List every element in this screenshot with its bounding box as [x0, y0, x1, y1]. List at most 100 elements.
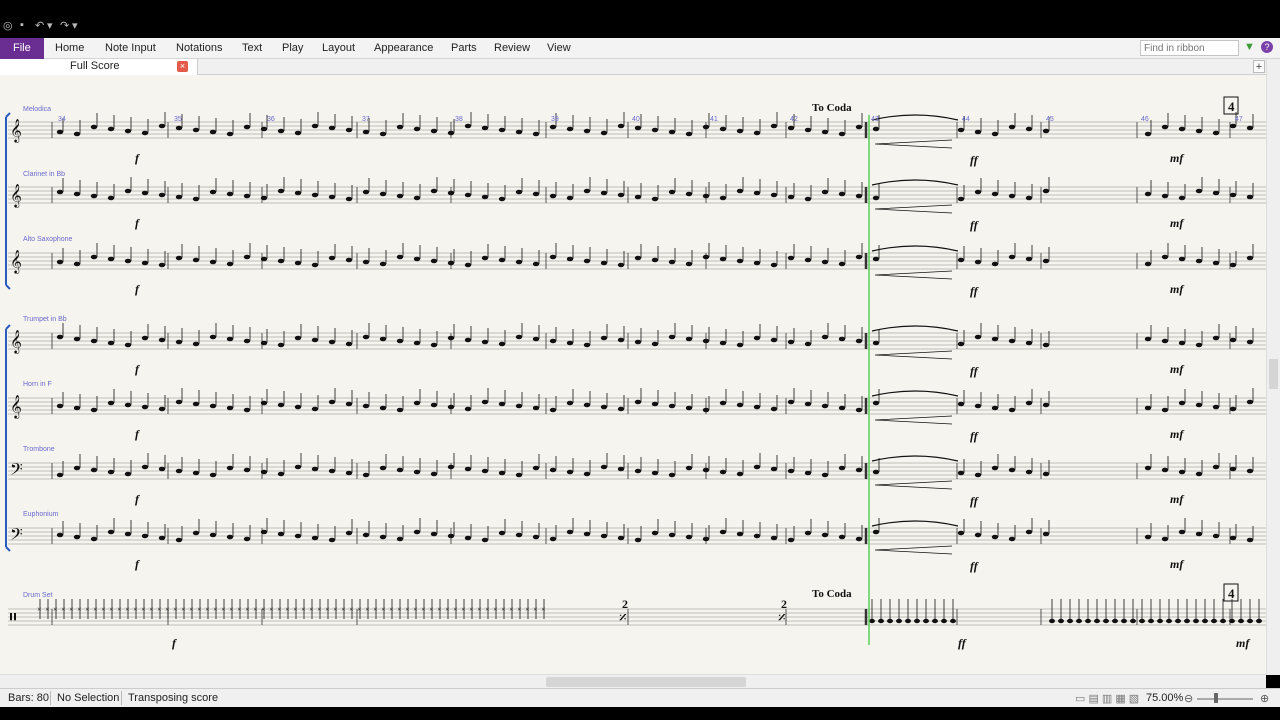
- note-head: [821, 189, 829, 195]
- note-head: [56, 129, 64, 135]
- horizontal-scrollbar[interactable]: [0, 674, 1266, 688]
- note-head: [192, 127, 200, 133]
- note-head: [787, 468, 795, 474]
- dynamic-fortissimo: ff: [970, 559, 979, 573]
- zoom-slider[interactable]: [1197, 698, 1253, 700]
- tie: [871, 114, 959, 121]
- new-tab-icon[interactable]: +: [1253, 60, 1265, 73]
- note-head: [226, 534, 234, 540]
- tab-parts[interactable]: Parts: [445, 38, 483, 59]
- note-head: [73, 191, 81, 197]
- percussion-clef-icon: 𝄥: [10, 607, 16, 629]
- score-canvas[interactable]: 𝄞𝄞𝄞𝄞𝄞𝄢𝄢𝄥 × × × × × × × × × × × × × × × × × × × × × × × × × × × × × × × ×…: [0, 75, 1266, 674]
- cymbal-note: ×: [181, 605, 186, 614]
- zoom-in-icon[interactable]: ⊕: [1260, 692, 1269, 705]
- note-head: [872, 195, 880, 201]
- note-head: [1212, 190, 1220, 196]
- note-head: [56, 189, 64, 195]
- note-head: [124, 531, 132, 537]
- note-head: [243, 124, 251, 130]
- note-head: [260, 529, 268, 535]
- note-head: [991, 465, 999, 471]
- bass-clef-icon: 𝄢: [10, 461, 23, 483]
- undo-icon[interactable]: ↶: [35, 19, 44, 32]
- dynamic-fortissimo: ff: [970, 494, 979, 508]
- note-head: [787, 339, 795, 345]
- note-head: [430, 471, 438, 477]
- note-head: [430, 402, 438, 408]
- tab-review[interactable]: Review: [488, 38, 536, 59]
- note-head: [124, 471, 132, 477]
- note-head: [464, 535, 472, 541]
- vertical-scrollbar[interactable]: [1266, 59, 1280, 675]
- cymbal-note: ×: [261, 605, 266, 614]
- horizontal-scroll-thumb[interactable]: [546, 677, 746, 687]
- note-head: [1025, 400, 1033, 406]
- note-head: [532, 336, 540, 342]
- status-bar: Bars: 80 No Selection Transposing score …: [0, 688, 1280, 707]
- tab-notations[interactable]: Notations: [170, 38, 228, 59]
- view-mode-icons[interactable]: ▭ ▤ ▥ ▦ ▧: [1075, 692, 1139, 705]
- redo-icon[interactable]: ↷: [60, 19, 69, 32]
- note-head: [855, 467, 863, 473]
- app-icon[interactable]: ◎: [3, 19, 13, 32]
- cymbal-note: ×: [469, 605, 474, 614]
- tab-note-input[interactable]: Note Input: [99, 38, 162, 59]
- rehearsal-mark-drums: 4: [1228, 586, 1235, 601]
- note-head: [124, 258, 132, 264]
- cymbal-note: ×: [77, 605, 82, 614]
- tab-layout[interactable]: Layout: [316, 38, 361, 59]
- note-head: [498, 257, 506, 263]
- note-head: [294, 464, 302, 470]
- tab-text[interactable]: Text: [236, 38, 268, 59]
- tab-file[interactable]: File: [0, 38, 44, 59]
- status-divider: [121, 691, 122, 705]
- score-view[interactable]: 𝄞 𝄞 𝄞 𝄞 𝄞 𝄢 𝄢 𝄥 × × × × × × × × × × × × × × × × × × × × × × × × × × × × × × × ×…: [0, 75, 1266, 674]
- search-dropdown-icon[interactable]: ▼: [1244, 41, 1255, 53]
- note-head: [838, 534, 846, 540]
- tab-appearance[interactable]: Appearance: [368, 38, 439, 59]
- note-head: [141, 260, 149, 266]
- drum-note: [869, 618, 875, 624]
- tie: [871, 390, 959, 397]
- note-head: [260, 469, 268, 475]
- note-head: [413, 529, 421, 535]
- note-head: [498, 530, 506, 536]
- tie: [871, 245, 959, 252]
- treble-clef-icon: 𝄞: [10, 251, 22, 274]
- save-icon[interactable]: ▪: [20, 19, 24, 31]
- note-head: [1178, 400, 1186, 406]
- note-head: [430, 128, 438, 134]
- note-head: [600, 260, 608, 266]
- find-in-ribbon-input[interactable]: [1140, 40, 1239, 56]
- note-head: [549, 407, 557, 413]
- zoom-slider-thumb[interactable]: [1214, 693, 1218, 703]
- help-icon[interactable]: ?: [1261, 41, 1273, 53]
- note-head: [549, 338, 557, 344]
- tab-full-score[interactable]: Full Score ×: [0, 59, 198, 75]
- undo-dropdown-icon[interactable]: ▾: [47, 19, 53, 32]
- cymbal-note: ×: [125, 605, 130, 614]
- note-head: [702, 338, 710, 344]
- cymbal-note: ×: [221, 605, 226, 614]
- vertical-scroll-thumb[interactable]: [1269, 359, 1278, 389]
- redo-dropdown-icon[interactable]: ▾: [72, 19, 78, 32]
- note-head: [532, 465, 540, 471]
- tab-play[interactable]: Play: [276, 38, 309, 59]
- dynamic-mezzo-forte: mf: [1170, 216, 1184, 230]
- tab-home[interactable]: Home: [49, 38, 90, 59]
- cymbal-note: ×: [245, 605, 250, 614]
- note-head: [396, 407, 404, 413]
- drum-note: [1238, 618, 1244, 624]
- tab-view[interactable]: View: [541, 38, 577, 59]
- treble-clef-icon: 𝄞: [10, 331, 22, 354]
- note-head: [515, 259, 523, 265]
- zoom-out-icon[interactable]: ⊖: [1184, 692, 1193, 705]
- note-head: [345, 530, 353, 536]
- close-tab-icon[interactable]: ×: [177, 61, 188, 72]
- note-head: [1008, 467, 1016, 473]
- quick-access-toolbar: ◎ ▪ ↶ ▾ ↷ ▾: [0, 14, 1280, 38]
- note-head: [192, 341, 200, 347]
- note-head: [277, 342, 285, 348]
- cymbal-note: ×: [293, 605, 298, 614]
